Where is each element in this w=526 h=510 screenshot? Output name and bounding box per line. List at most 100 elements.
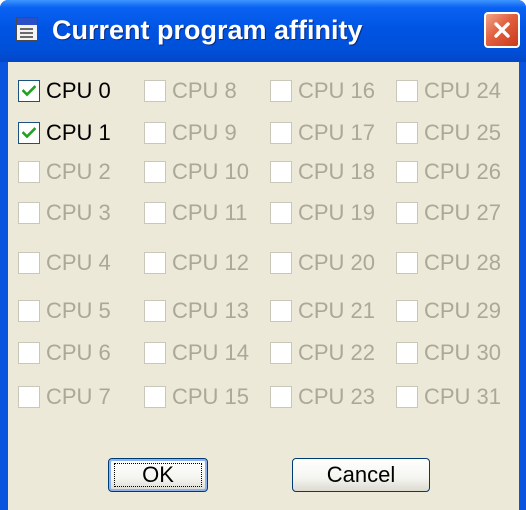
cpu-checkbox-label: CPU 20 [298,250,376,275]
cpu-checkbox-20: CPU 20 [270,248,375,278]
cpu-checkbox-17: CPU 17 [270,118,375,148]
checkbox-box [396,252,418,274]
checkbox-box [396,122,418,144]
checkbox-box [270,300,292,322]
cpu-checkbox-label: CPU 13 [172,298,250,323]
cpu-checkbox-label: CPU 15 [172,384,250,409]
cpu-checkbox-0[interactable]: CPU 0 [18,76,111,106]
cpu-checkbox-label: CPU 4 [46,250,111,275]
checkbox-box [270,386,292,408]
cpu-checkbox-31: CPU 31 [396,382,501,412]
cpu-checkbox-label: CPU 3 [46,200,111,225]
ok-button-label: OK [142,462,174,487]
cpu-checkbox-1[interactable]: CPU 1 [18,118,111,148]
cpu-checkbox-12: CPU 12 [144,248,249,278]
cpu-checkbox-label: CPU 0 [46,78,111,103]
cpu-checkbox-11: CPU 11 [144,198,247,228]
cpu-checkbox-label: CPU 7 [46,384,111,409]
cpu-checkbox-label: CPU 25 [424,120,502,145]
window-title: Current program affinity [52,15,363,45]
checkbox-box [270,161,292,183]
checkbox-box [18,202,40,224]
cpu-checkbox-label: CPU 30 [424,340,502,365]
cpu-checkbox-2: CPU 2 [18,157,111,187]
cpu-checkbox-label: CPU 27 [424,200,502,225]
cpu-checkbox-label: CPU 22 [298,340,376,365]
cpu-checkbox-label: CPU 31 [424,384,502,409]
checkbox-box [270,122,292,144]
cpu-checkbox-label: CPU 21 [298,298,376,323]
checkbox-box [396,342,418,364]
cpu-checkbox-30: CPU 30 [396,338,501,368]
cpu-checkbox-21: CPU 21 [270,296,375,326]
checkbox-box [18,342,40,364]
checkbox-box [18,161,40,183]
checkbox-box [144,252,166,274]
checkbox-box [396,80,418,102]
cpu-checkbox-label: CPU 6 [46,340,111,365]
checkbox-box [270,202,292,224]
checkbox-box [144,80,166,102]
cpu-checkbox-label: CPU 26 [424,159,502,184]
cpu-checkbox-16: CPU 16 [270,76,375,106]
cpu-checkbox-7: CPU 7 [18,382,111,412]
cpu-checkbox-6: CPU 6 [18,338,111,368]
cpu-checkbox-9: CPU 9 [144,118,237,148]
cancel-button[interactable]: Cancel [292,458,430,492]
cpu-checkbox-label: CPU 18 [298,159,376,184]
checkbox-box[interactable] [18,80,40,102]
checkbox-box [144,202,166,224]
checkbox-box [396,300,418,322]
cpu-checkbox-22: CPU 22 [270,338,375,368]
checkbox-box [144,122,166,144]
cpu-checkbox-28: CPU 28 [396,248,501,278]
cpu-checkbox-label: CPU 9 [172,120,237,145]
document-icon [16,17,38,41]
checkbox-box [18,252,40,274]
checkbox-box [396,161,418,183]
cpu-checkbox-15: CPU 15 [144,382,249,412]
checkbox-box [18,300,40,322]
cpu-checkbox-label: CPU 16 [298,78,376,103]
cpu-checkbox-label: CPU 23 [298,384,376,409]
cpu-checkbox-label: CPU 29 [424,298,502,323]
cpu-checkbox-label: CPU 17 [298,120,376,145]
checkmark-icon [22,127,36,139]
cpu-checkbox-label: CPU 24 [424,78,502,103]
cpu-checkbox-5: CPU 5 [18,296,111,326]
checkmark-icon [22,85,36,97]
cpu-checkbox-label: CPU 2 [46,159,111,184]
checkbox-box [144,342,166,364]
checkbox-box [270,80,292,102]
cpu-checkbox-25: CPU 25 [396,118,501,148]
title-bar[interactable]: Current program affinity [0,0,526,62]
cpu-checkbox-29: CPU 29 [396,296,501,326]
cpu-checkbox-8: CPU 8 [144,76,237,106]
checkbox-box [270,342,292,364]
cpu-checkbox-3: CPU 3 [18,198,111,228]
checkbox-box [396,386,418,408]
cpu-checkbox-label: CPU 14 [172,340,250,365]
checkbox-box [18,386,40,408]
close-button[interactable] [484,12,520,48]
cpu-checkbox-label: CPU 1 [46,120,111,145]
checkbox-box [270,252,292,274]
cpu-checkbox-4: CPU 4 [18,248,111,278]
ok-button[interactable]: OK [108,458,208,492]
checkbox-box [144,386,166,408]
dialog-body: CPU 0 CPU 1 CPU 2 CPU 3 CPU 4 CPU 5 CPU 6 CPU 7… [8,62,519,510]
checkbox-box [144,300,166,322]
close-icon [494,22,510,38]
cpu-checkbox-label: CPU 5 [46,298,111,323]
cpu-checkbox-10: CPU 10 [144,157,249,187]
cpu-checkbox-24: CPU 24 [396,76,501,106]
affinity-dialog: Current program affinity CPU 0 CPU 1 CPU 2… [0,0,526,510]
cpu-checkbox-label: CPU 19 [298,200,376,225]
cpu-checkbox-label: CPU 10 [172,159,250,184]
cpu-checkbox-23: CPU 23 [270,382,375,412]
cancel-button-label: Cancel [326,462,396,487]
cpu-checkbox-label: CPU 11 [172,200,248,225]
cpu-checkbox-18: CPU 18 [270,157,375,187]
cpu-checkbox-13: CPU 13 [144,296,249,326]
checkbox-box[interactable] [18,122,40,144]
